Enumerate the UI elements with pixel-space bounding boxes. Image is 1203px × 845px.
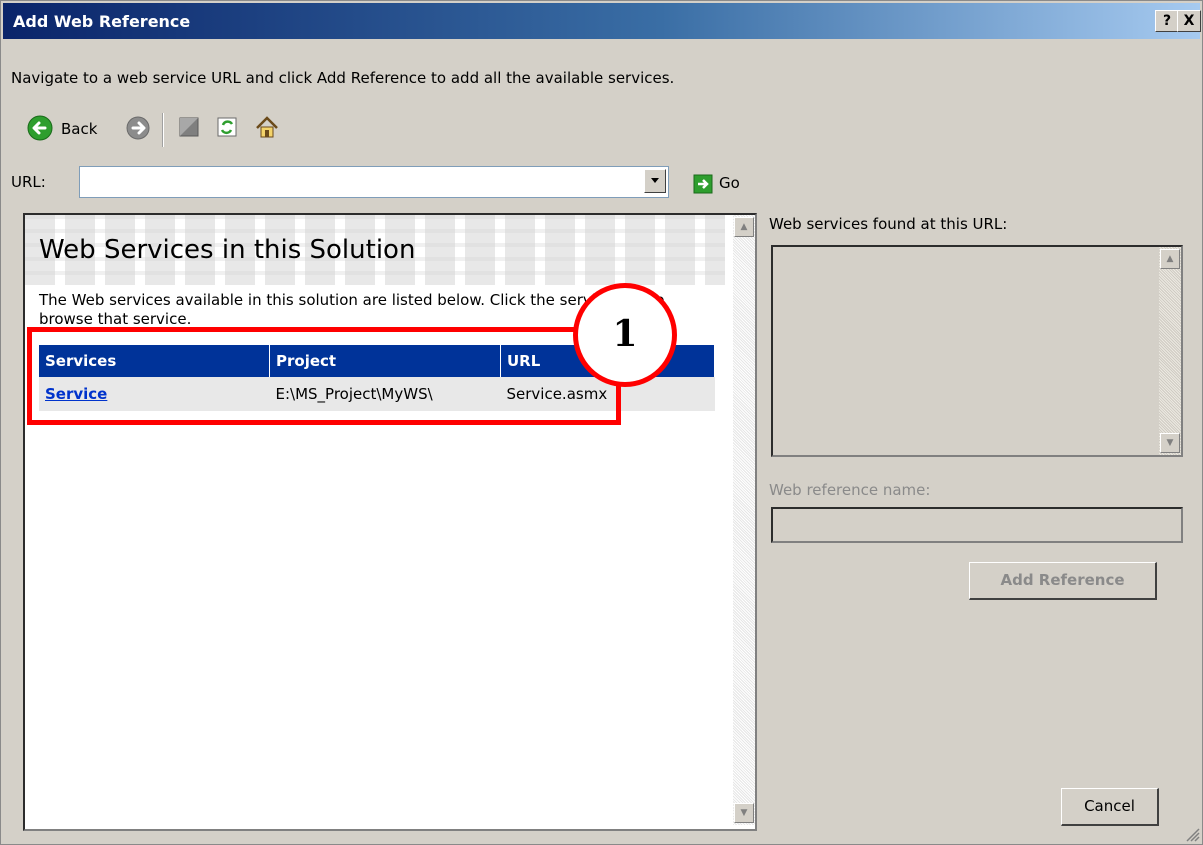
refresh-icon[interactable] xyxy=(215,113,241,143)
url-combobox[interactable] xyxy=(79,166,669,198)
dialog-title: Add Web Reference xyxy=(13,12,191,31)
found-services-list[interactable]: ▲ ▼ xyxy=(771,245,1183,457)
scroll-down-button[interactable]: ▼ xyxy=(734,803,754,823)
toolbar-separator xyxy=(162,113,164,147)
url-label: URL: xyxy=(11,173,46,191)
title-bar: Add Web Reference ? X xyxy=(3,3,1201,39)
scroll-up-button[interactable]: ▲ xyxy=(734,217,754,237)
found-services-label: Web services found at this URL: xyxy=(769,215,1008,233)
go-label[interactable]: Go xyxy=(719,174,740,192)
web-reference-name-input[interactable] xyxy=(771,507,1183,543)
back-arrow-icon[interactable] xyxy=(25,113,55,143)
home-icon[interactable] xyxy=(253,113,281,143)
back-button-label[interactable]: Back xyxy=(61,120,97,138)
go-button[interactable]: Go xyxy=(693,173,740,199)
add-reference-button[interactable]: Add Reference xyxy=(969,562,1157,600)
browser-scrollbar[interactable]: ▲ ▼ xyxy=(733,215,755,825)
found-services-scrollbar[interactable]: ▲ ▼ xyxy=(1159,247,1181,455)
close-button[interactable]: X xyxy=(1177,10,1201,32)
instruction-text: Navigate to a web service URL and click … xyxy=(11,69,675,87)
found-scroll-down-button[interactable]: ▼ xyxy=(1160,433,1180,453)
go-arrow-icon xyxy=(693,174,713,194)
annotation-highlight-box xyxy=(27,327,621,425)
chevron-down-icon xyxy=(651,178,659,183)
cancel-button[interactable]: Cancel xyxy=(1061,788,1159,826)
panel-title: Web Services in this Solution xyxy=(39,235,416,265)
annotation-callout: 1 xyxy=(573,283,677,387)
stop-icon[interactable] xyxy=(177,113,203,143)
url-input[interactable] xyxy=(82,169,642,195)
help-button[interactable]: ? xyxy=(1155,10,1179,32)
resize-grip-icon[interactable] xyxy=(1184,826,1200,842)
forward-arrow-icon[interactable] xyxy=(123,113,153,143)
found-scroll-up-button[interactable]: ▲ xyxy=(1160,249,1180,269)
web-reference-name-label: Web reference name: xyxy=(769,481,931,499)
url-dropdown-button[interactable] xyxy=(644,169,666,193)
add-web-reference-dialog: Add Web Reference ? X Navigate to a web … xyxy=(0,0,1203,845)
